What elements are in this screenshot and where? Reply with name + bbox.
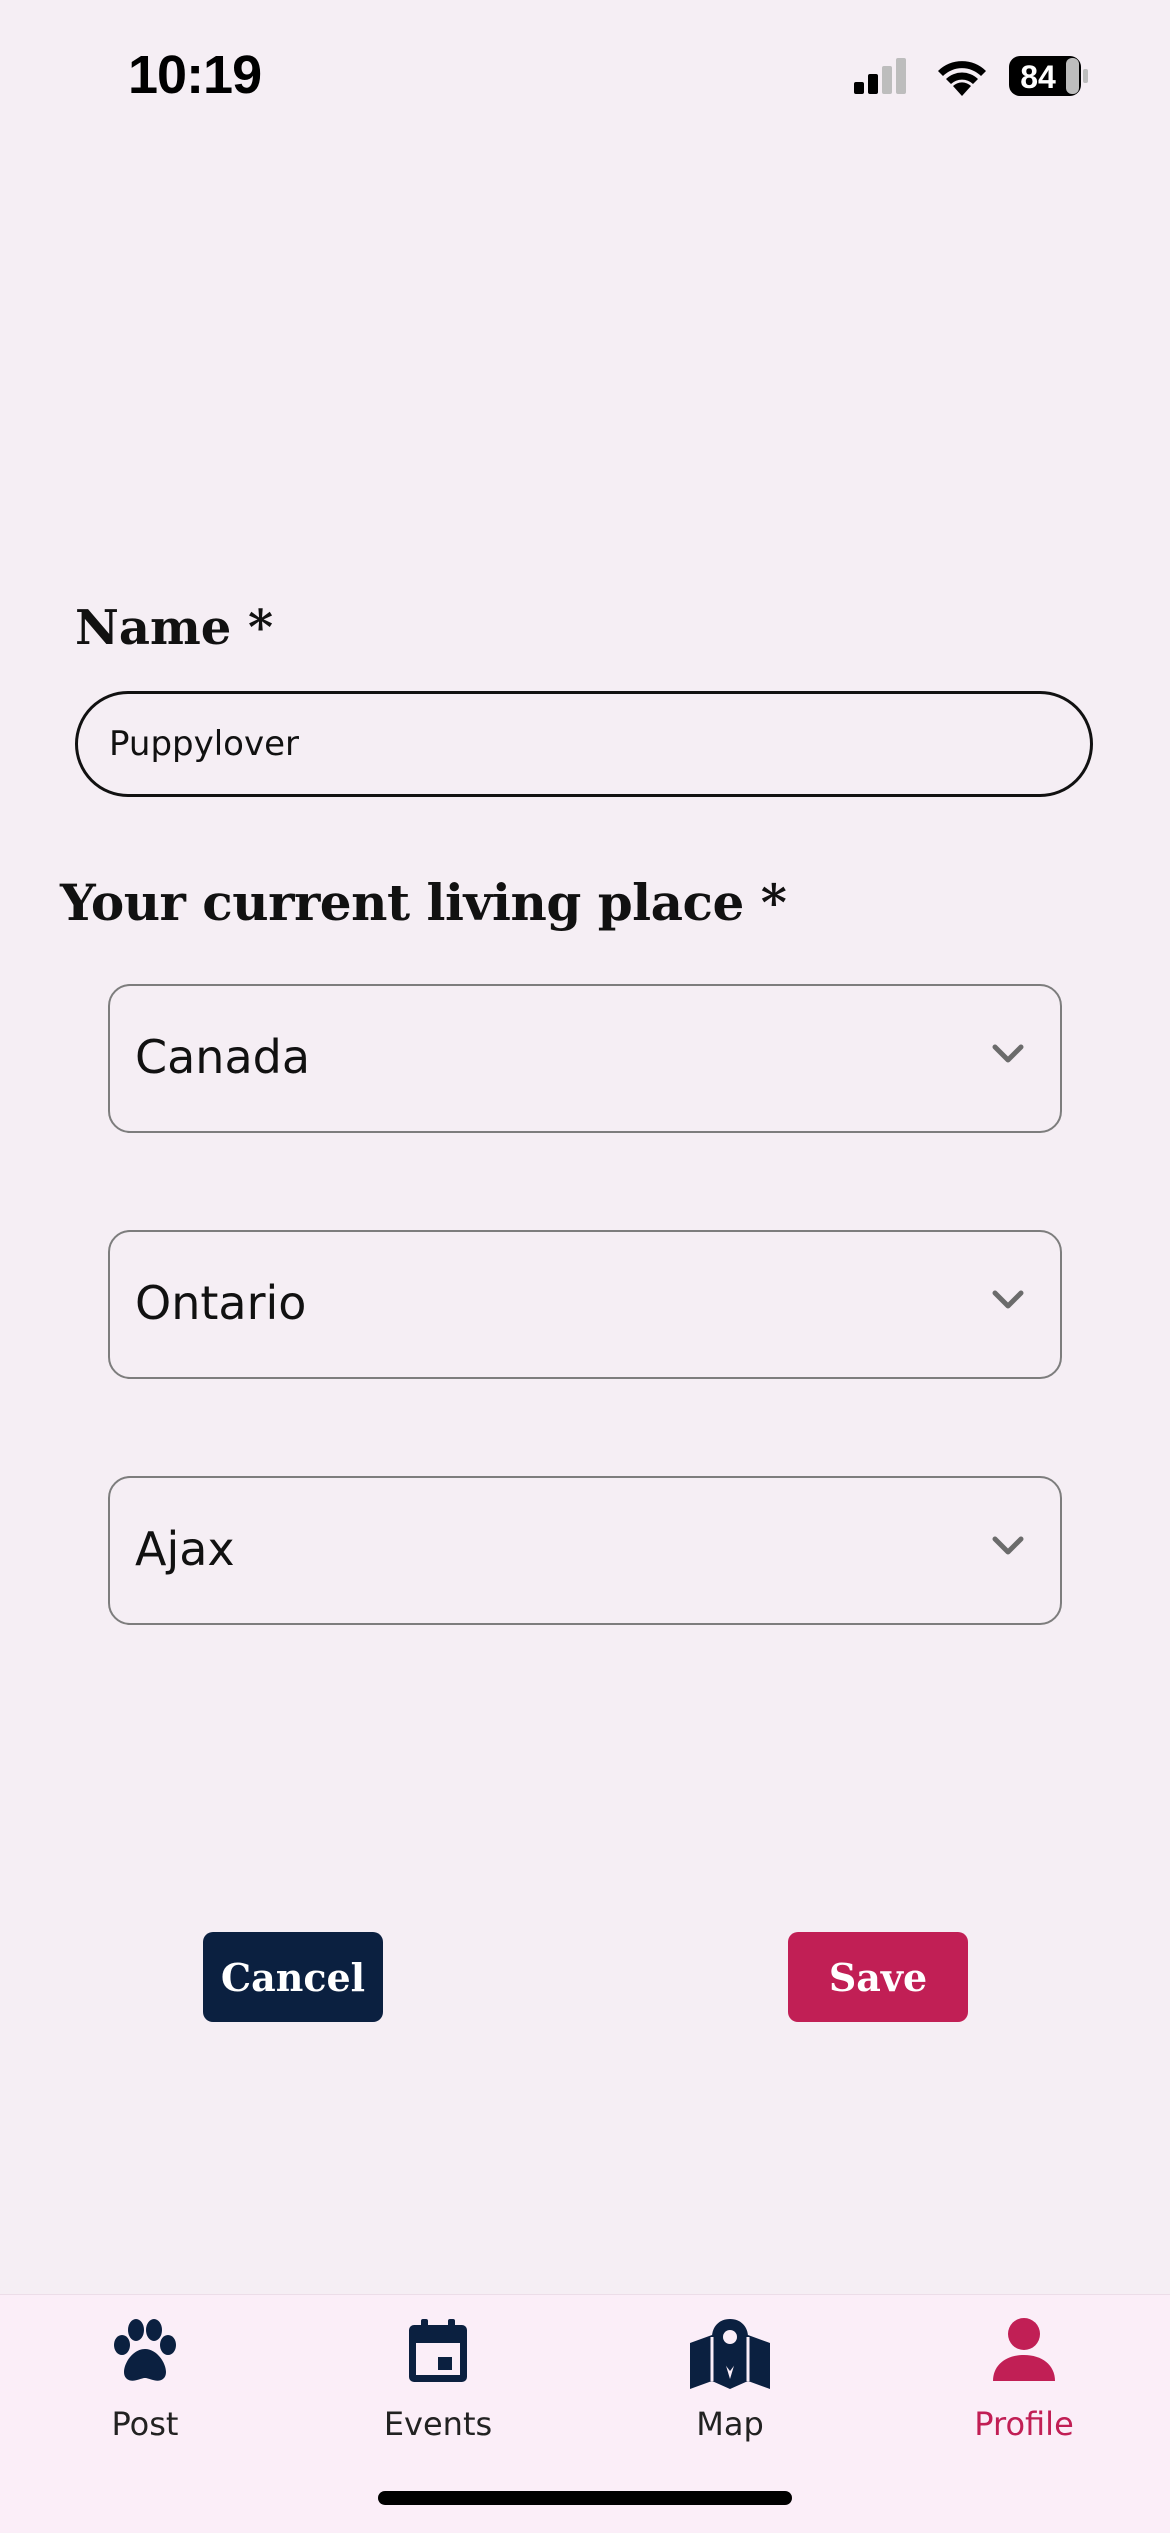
tab-label-profile: Profile — [974, 2405, 1074, 2443]
tab-profile[interactable]: Profile — [924, 2295, 1124, 2455]
status-time: 10:19 — [128, 45, 262, 105]
tab-map[interactable]: Map — [630, 2295, 830, 2455]
tab-events[interactable]: Events — [338, 2295, 538, 2455]
country-value: Canada — [135, 1030, 311, 1084]
cancel-button[interactable]: Cancel — [203, 1932, 383, 2022]
city-value: Ajax — [135, 1522, 235, 1576]
cellular-signal-icon — [852, 56, 912, 101]
paw-icon — [109, 2317, 181, 2390]
tab-post[interactable]: Post — [45, 2295, 245, 2455]
province-select[interactable]: Ontario — [108, 1230, 1062, 1379]
name-label: Name * — [75, 600, 274, 656]
home-indicator[interactable] — [378, 2491, 792, 2505]
calendar-icon — [408, 2317, 468, 2388]
country-select[interactable]: Canada — [108, 984, 1062, 1133]
chevron-down-icon — [992, 1290, 1024, 1315]
bottom-tab-bar: Post Events Map Profile — [0, 2294, 1170, 2533]
wifi-icon — [934, 56, 990, 103]
person-icon — [991, 2317, 1057, 2388]
province-value: Ontario — [135, 1276, 307, 1330]
city-select[interactable]: Ajax — [108, 1476, 1062, 1625]
name-input[interactable] — [75, 691, 1093, 797]
tab-label-map: Map — [696, 2405, 764, 2443]
status-bar: 10:19 84 — [0, 0, 1170, 150]
chevron-down-icon — [992, 1536, 1024, 1561]
map-icon — [688, 2317, 772, 2398]
tab-label-post: Post — [111, 2405, 179, 2443]
living-place-label: Your current living place * — [60, 873, 787, 932]
save-button[interactable]: Save — [788, 1932, 968, 2022]
chevron-down-icon — [992, 1044, 1024, 1069]
battery-level: 84 — [1020, 59, 1056, 95]
tab-label-events: Events — [383, 2405, 493, 2443]
battery-icon: 84 — [1008, 54, 1090, 103]
